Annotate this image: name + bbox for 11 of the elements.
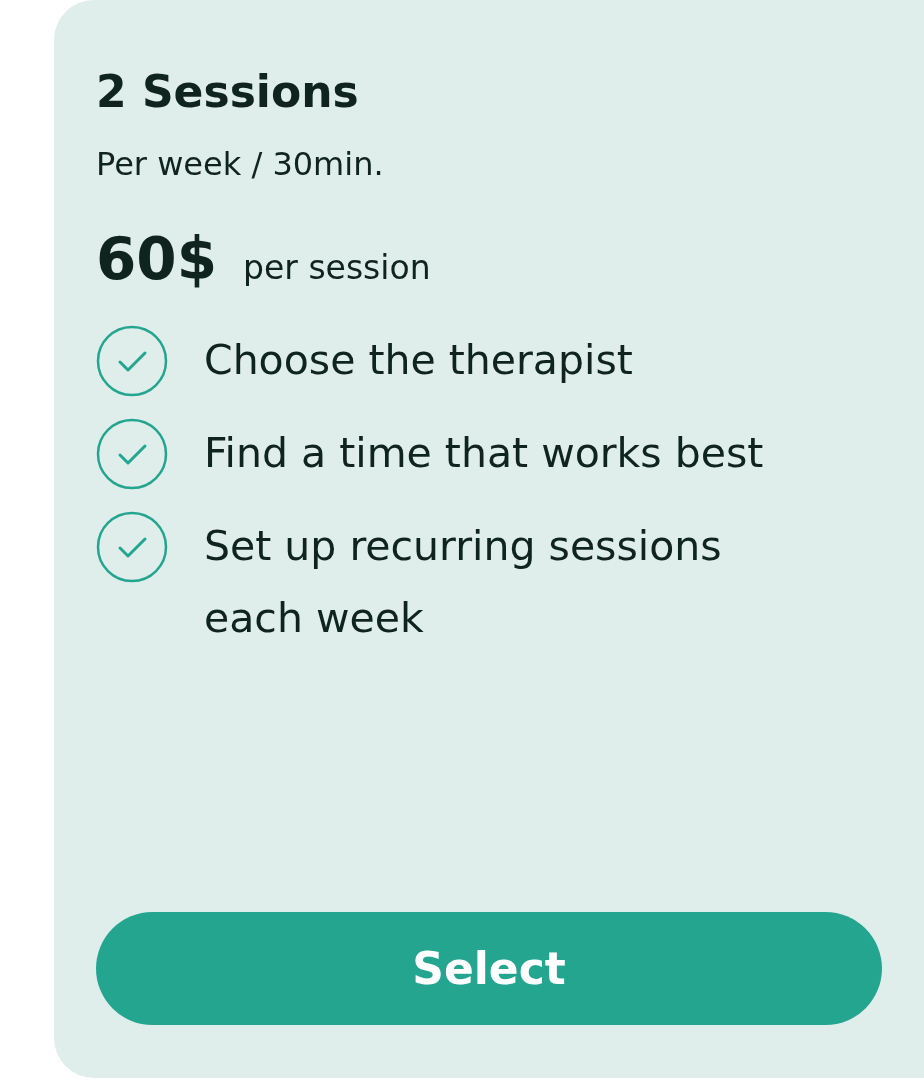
plan-title: 2 Sessions bbox=[96, 65, 359, 119]
check-circle-icon bbox=[96, 325, 168, 397]
price-unit: per session bbox=[243, 248, 431, 288]
plan-subtitle: Per week / 30min. bbox=[96, 144, 384, 184]
select-button[interactable]: Select bbox=[96, 912, 882, 1025]
check-circle-icon bbox=[96, 511, 168, 583]
feature-text: Find a time that works best bbox=[204, 428, 765, 479]
check-circle-icon bbox=[96, 418, 168, 490]
feature-text: Set up recurring sessions each week bbox=[204, 521, 723, 644]
price: 60$ bbox=[96, 224, 218, 294]
feature-text: Choose the therapist bbox=[204, 335, 634, 386]
